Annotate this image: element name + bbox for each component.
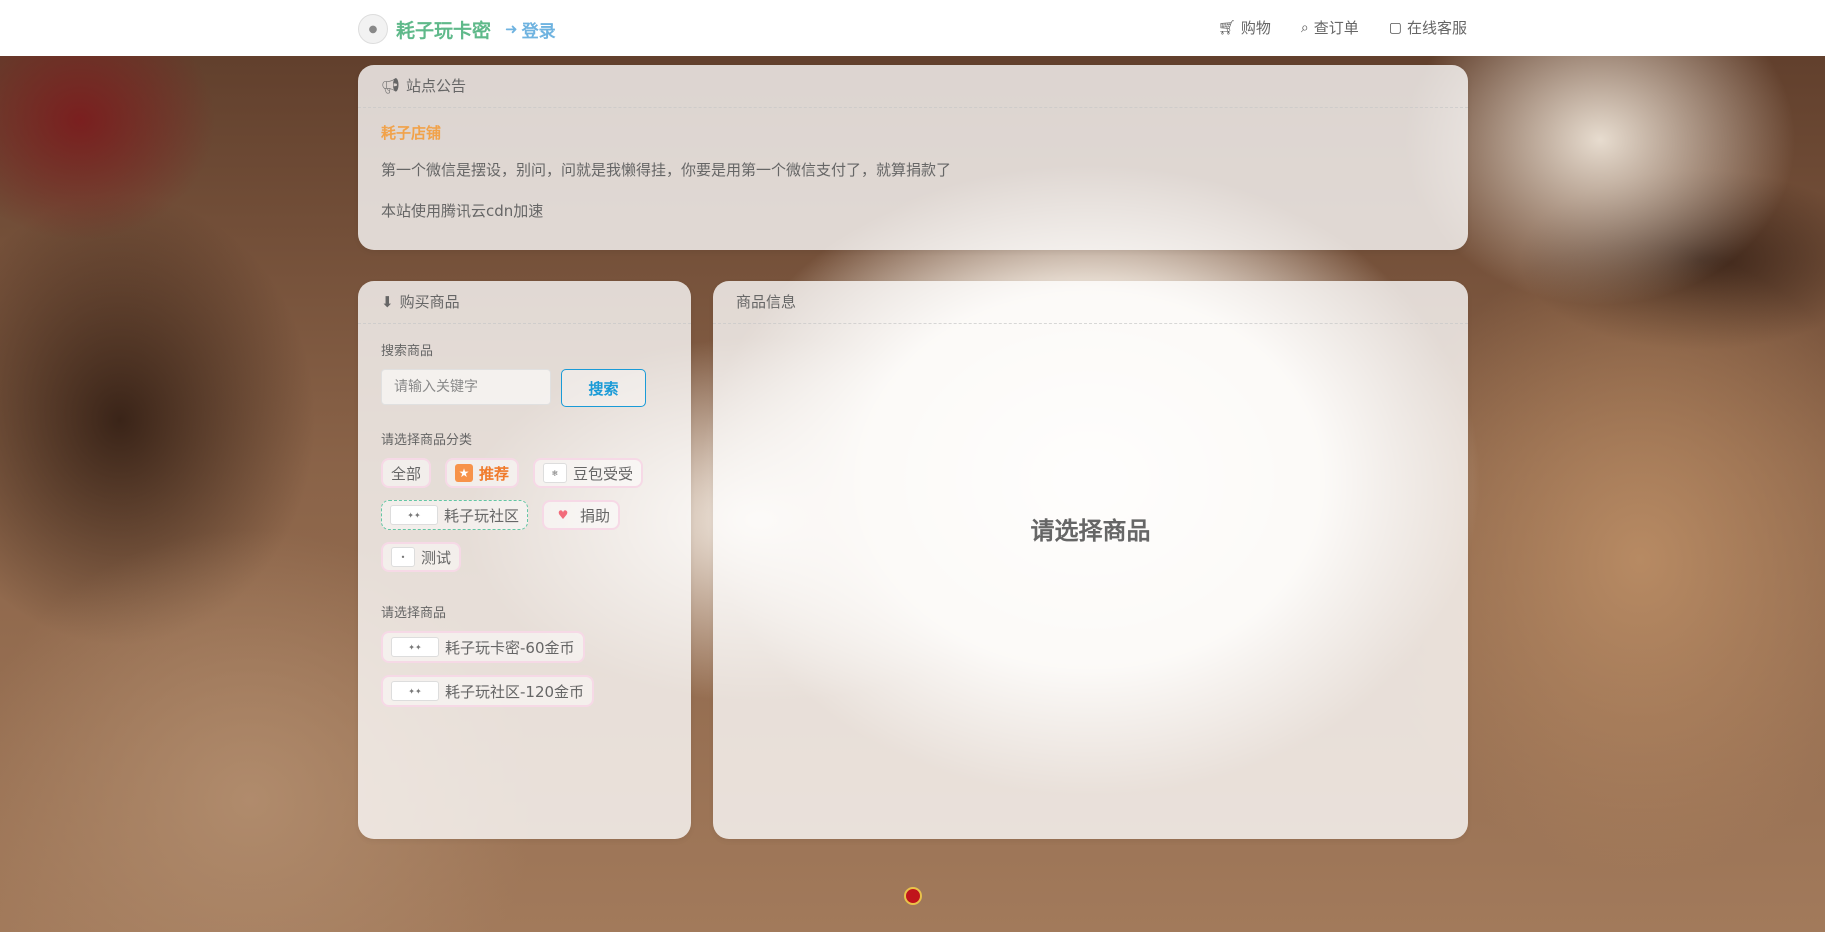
search-order-icon: ⌕ <box>1300 19 1309 36</box>
category-label-text: 豆包受受 <box>573 464 634 483</box>
notice-line: 第一个微信是摆设，别问，问就是我懒得挂，你要是用第一个微信支付了，就算捐款了 <box>381 161 952 179</box>
nav-customer-service-label: 在线客服 <box>1406 19 1467 37</box>
category-label-text: 全部 <box>391 464 422 483</box>
category-haozi-community[interactable]: ✦✦ 耗子玩社区 <box>381 500 529 530</box>
goods-image-icon: ✦✦ <box>391 637 439 657</box>
megaphone-icon: 📢︎ <box>381 77 401 95</box>
category-label: 请选择商品分类 <box>381 433 473 448</box>
buy-title: 购买商品 <box>399 293 460 311</box>
goods-item[interactable]: ✦✦ 耗子玩卡密-60金币 <box>381 631 585 663</box>
category-label-text: 耗子玩社区 <box>444 506 520 525</box>
nav-customer-service[interactable]: ▢ 在线客服 <box>1389 17 1467 38</box>
category-all[interactable]: 全部 <box>381 458 432 488</box>
category-test[interactable]: • 测试 <box>381 542 462 572</box>
notice-header: 📢︎ 站点公告 <box>358 65 1468 108</box>
police-badge-icon[interactable] <box>904 887 922 905</box>
chevron-circle-down-icon: ⬇︎ <box>381 293 394 311</box>
brand[interactable]: ● 耗子玩卡密 ➜ 登录 <box>358 14 556 44</box>
goods-item-label: 耗子玩社区-120金币 <box>445 682 585 701</box>
cart-icon: 🛒︎ <box>1218 19 1236 36</box>
info-title: 商品信息 <box>736 293 797 311</box>
category-doubao[interactable]: ❄ 豆包受受 <box>533 458 644 488</box>
category-image-icon: ❄ <box>543 463 568 483</box>
notice-line: 本站使用腾讯云cdn加速 <box>381 202 544 220</box>
category-label-text: 推荐 <box>479 464 510 483</box>
notice-title: 站点公告 <box>406 77 467 95</box>
nav-shop[interactable]: 🛒︎ 购物 <box>1218 17 1271 38</box>
nav-query-order[interactable]: ⌕ 查订单 <box>1301 17 1359 38</box>
goods-item-label: 耗子玩卡密-60金币 <box>445 638 575 657</box>
category-donate[interactable]: ♥ 捐助 <box>542 500 621 530</box>
nav-query-order-label: 查订单 <box>1313 19 1359 37</box>
sign-in-icon: ➜ <box>505 20 518 38</box>
top-navbar: ● 耗子玩卡密 ➜ 登录 🛒︎ 购物 ⌕ 查订单 ▢ 在线客服 <box>0 0 1825 56</box>
category-label-text: 捐助 <box>580 506 611 525</box>
buy-goods-card: ⬇︎ 购买商品 搜索商品 搜索 请选择商品分类 全部 ★ 推荐 ❄ 豆包受受 ✦… <box>358 281 691 839</box>
goods-label: 请选择商品 <box>381 606 447 621</box>
goods-image-icon: ✦✦ <box>391 681 439 701</box>
heart-icon: ♥ <box>557 508 569 522</box>
notice-shop-name: 耗子店铺 <box>381 124 442 142</box>
search-input[interactable] <box>381 369 551 405</box>
chat-icon: ▢ <box>1388 19 1402 36</box>
search-button[interactable]: 搜索 <box>561 369 646 407</box>
info-empty-message: 请选择商品 <box>1030 517 1151 545</box>
site-notice-card: 📢︎ 站点公告 耗子店铺 第一个微信是摆设，别问，问就是我懒得挂，你要是用第一个… <box>358 65 1468 250</box>
category-image-icon: ✦✦ <box>390 505 438 525</box>
goods-info-card: 商品信息 请选择商品 <box>713 281 1468 839</box>
category-recommend[interactable]: ★ 推荐 <box>445 458 520 488</box>
category-label-text: 测试 <box>421 548 452 567</box>
notice-body: 耗子店铺 第一个微信是摆设，别问，问就是我懒得挂，你要是用第一个微信支付了，就算… <box>358 108 1468 251</box>
goods-list: ✦✦ 耗子玩卡密-60金币 ✦✦ 耗子玩社区-120金币 <box>381 631 668 707</box>
buy-header: ⬇︎ 购买商品 <box>358 281 691 324</box>
goods-item[interactable]: ✦✦ 耗子玩社区-120金币 <box>381 675 595 707</box>
login-label: 登录 <box>521 21 556 42</box>
info-header: 商品信息 <box>713 281 1468 324</box>
brand-title[interactable]: 耗子玩卡密 <box>396 16 491 43</box>
search-label: 搜索商品 <box>381 344 434 359</box>
brand-logo: ● <box>358 14 388 44</box>
buy-body: 搜索商品 搜索 请选择商品分类 全部 ★ 推荐 ❄ 豆包受受 ✦✦ 耗子玩社区 <box>358 324 691 721</box>
top-nav: 🛒︎ 购物 ⌕ 查订单 ▢ 在线客服 <box>1218 17 1467 38</box>
star-icon: ★ <box>455 464 474 482</box>
search-row: 搜索 <box>381 369 668 407</box>
category-image-icon: • <box>391 547 415 567</box>
nav-shop-label: 购物 <box>1240 19 1271 37</box>
login-link[interactable]: ➜ 登录 <box>505 17 556 42</box>
category-list: 全部 ★ 推荐 ❄ 豆包受受 ✦✦ 耗子玩社区 ♥ 捐助 • 测试 <box>381 458 681 572</box>
